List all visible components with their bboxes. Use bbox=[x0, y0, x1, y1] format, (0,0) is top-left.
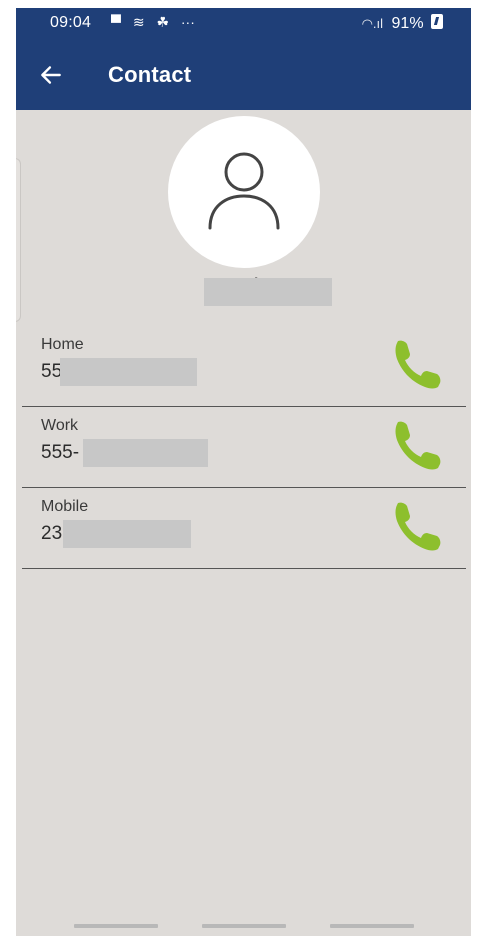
phone-label: Work bbox=[41, 417, 79, 434]
call-home-button[interactable] bbox=[388, 336, 448, 392]
phone-row-home: Home 55 bbox=[22, 326, 466, 407]
number-redaction bbox=[63, 520, 191, 548]
page-title: Contact bbox=[108, 62, 192, 87]
status-bar: 09:04 ▀ ≋ ☘ ··· ◠.ıl 91% bbox=[16, 8, 471, 40]
phone-icon bbox=[395, 340, 441, 389]
call-work-button[interactable] bbox=[388, 417, 448, 473]
phone-screen: 09:04 ▀ ≋ ☘ ··· ◠.ıl 91% Contact Dani s bbox=[16, 8, 471, 936]
status-right-icons: ◠.ıl 91% bbox=[362, 14, 443, 33]
phone-number[interactable]: 555- bbox=[41, 442, 79, 464]
back-arrow-icon[interactable] bbox=[38, 62, 64, 88]
status-left-icons: ▀ ≋ ☘ ··· bbox=[111, 14, 203, 31]
phone-icon bbox=[395, 502, 441, 551]
nav-back-hint[interactable] bbox=[330, 924, 414, 928]
name-redaction bbox=[204, 278, 332, 306]
activity-icon: ☘ bbox=[156, 14, 169, 30]
battery-icon bbox=[431, 14, 443, 29]
person-outline-icon bbox=[208, 152, 280, 230]
photo-icon: ▀ bbox=[111, 14, 121, 30]
phone-label: Mobile bbox=[41, 498, 89, 515]
phone-label: Home bbox=[41, 336, 84, 353]
nav-home-hint[interactable] bbox=[202, 924, 286, 928]
wifi-calling-icon: ≋ bbox=[132, 14, 145, 30]
phone-icon bbox=[395, 421, 441, 470]
number-redaction bbox=[83, 439, 208, 467]
call-mobile-button[interactable] bbox=[388, 498, 448, 554]
number-redaction bbox=[60, 358, 197, 386]
more-icon: ··· bbox=[180, 14, 195, 30]
phone-number[interactable]: 55 bbox=[41, 361, 62, 383]
nav-recent-hint[interactable] bbox=[74, 924, 158, 928]
wifi-signal-icon: ◠.ıl bbox=[361, 16, 384, 31]
phone-row-mobile: Mobile 23 bbox=[22, 488, 466, 569]
phone-row-work: Work 555- bbox=[22, 407, 466, 488]
avatar bbox=[168, 116, 320, 268]
phone-number[interactable]: 23 bbox=[41, 523, 62, 545]
battery-percent: 91% bbox=[391, 15, 424, 32]
app-bar: Contact bbox=[16, 40, 471, 110]
status-time: 09:04 bbox=[50, 14, 92, 31]
